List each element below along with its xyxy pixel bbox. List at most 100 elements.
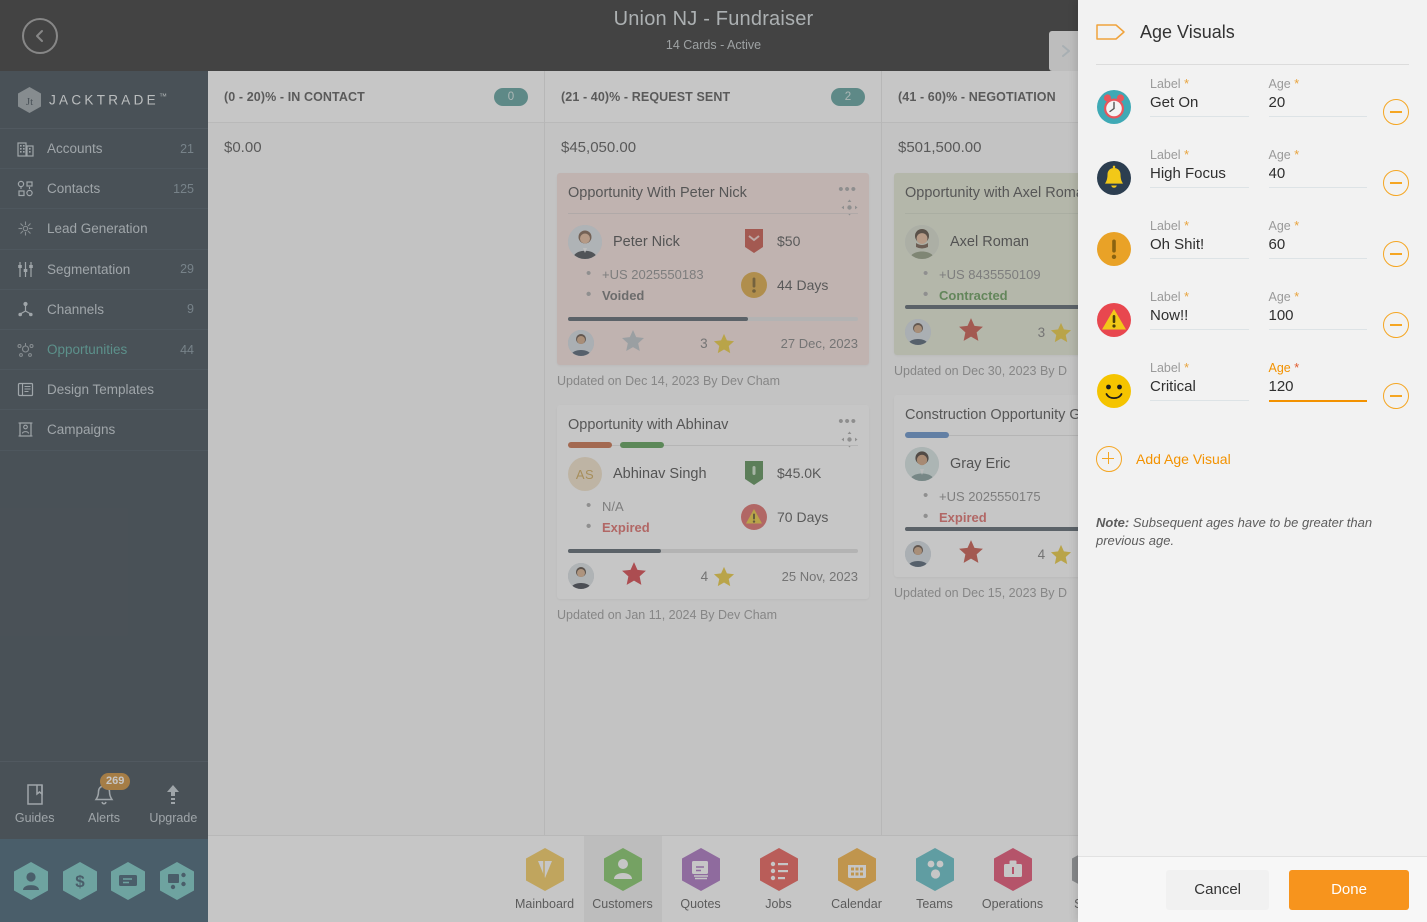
bottom-nav-label: Jobs	[765, 897, 792, 911]
warning-triangle-red-icon	[740, 503, 768, 531]
sidebar-item-accounts[interactable]: Accounts 21	[0, 129, 208, 170]
age-visual-label-input[interactable]	[1150, 233, 1249, 259]
card-drag-handle-icon[interactable]	[841, 199, 858, 221]
card-progress-bar	[568, 317, 858, 321]
add-age-visual-button[interactable]: Add Age Visual	[1096, 446, 1409, 472]
minus-circle-icon[interactable]	[1383, 170, 1409, 196]
alarm-clock-icon[interactable]	[1096, 89, 1132, 125]
required-mark: *	[1184, 148, 1189, 162]
bottom-nav-customers[interactable]: Customers	[583, 835, 662, 922]
sidebar-item-campaigns[interactable]: Campaigns	[0, 410, 208, 451]
required-mark: *	[1294, 148, 1300, 162]
campaigns-icon	[14, 420, 36, 440]
bottom-nav-quotes[interactable]: Quotes	[662, 836, 740, 922]
opportunity-card[interactable]: ••• Opportunity With Peter Nick Peter Ni…	[557, 173, 869, 365]
exclamation-circle-icon[interactable]	[1096, 231, 1132, 267]
age-visual-age-input[interactable]	[1268, 91, 1367, 117]
age-caption-text: Age	[1268, 290, 1291, 304]
sidebar-item-channels[interactable]: Channels 9	[0, 290, 208, 330]
age-visual-age-field: Age *	[1268, 361, 1367, 402]
card-days: 70 Days	[777, 509, 829, 525]
card-owner-avatar	[568, 330, 594, 356]
minus-circle-icon[interactable]	[1383, 241, 1409, 267]
star-yellow-icon	[713, 333, 734, 353]
alerts-button[interactable]: 269 Alerts	[72, 772, 136, 825]
card-updated-text: Updated on Jan 11, 2024 By Dev Cham	[557, 608, 778, 622]
star-yellow-icon	[714, 566, 735, 586]
card-menu-icon[interactable]: •••	[838, 181, 857, 198]
card-amount-row: $45.0K	[740, 459, 858, 487]
bottom-nav-label: Customers	[592, 897, 653, 911]
age-visual-age-input[interactable]	[1268, 162, 1367, 188]
card-person-name: Gray Eric	[950, 456, 1011, 472]
age-visual-label-input[interactable]	[1150, 162, 1249, 188]
age-visual-age-input[interactable]	[1268, 304, 1367, 330]
sidebar-item-label: Channels	[47, 301, 105, 317]
upgrade-button[interactable]: Upgrade	[141, 777, 205, 825]
sidebar-item-opportunities[interactable]: Opportunities 44	[0, 330, 208, 371]
column-title: (21 - 40)% - REQUEST SENT	[561, 89, 731, 104]
brand-name: JACKTRADE™	[49, 92, 167, 108]
card-rating-count: 4	[1037, 546, 1046, 562]
opportunity-card[interactable]: ••• Opportunity with Abhinav AS Abhinav …	[557, 405, 869, 599]
channels-icon	[14, 299, 36, 319]
minus-circle-icon[interactable]	[1383, 99, 1409, 125]
age-caption: Age *	[1269, 219, 1368, 233]
card-drag-handle-icon[interactable]	[841, 431, 858, 453]
card-metrics: $50 44 Days	[740, 225, 858, 315]
done-button[interactable]: Done	[1289, 869, 1409, 910]
brand-logo[interactable]: Jt JACKTRADE™	[0, 71, 208, 129]
card-status: Contracted	[923, 286, 1077, 303]
sidebar-item-count: 29	[180, 262, 194, 277]
card-priority-star[interactable]	[594, 561, 674, 591]
operations-icon	[993, 847, 1033, 892]
sidebar-item-contacts[interactable]: Contacts 125	[0, 169, 208, 210]
card-details: N/A Expired	[586, 497, 740, 535]
age-caption: Age *	[1269, 290, 1368, 304]
card-priority-star[interactable]	[931, 539, 1011, 569]
minus-circle-icon[interactable]	[1383, 312, 1409, 338]
sidebar-item-lead-generation[interactable]: Lead Generation	[0, 209, 208, 250]
smiley-icon[interactable]	[1096, 373, 1132, 409]
quick-payment-icon[interactable]	[110, 861, 146, 901]
bottom-nav-teams[interactable]: Teams	[896, 836, 974, 922]
card-title: Opportunity with Abhinav	[568, 417, 729, 433]
card-tag	[568, 442, 612, 448]
card-priority-star[interactable]	[594, 329, 673, 357]
segmentation-icon	[14, 259, 36, 279]
minus-circle-icon[interactable]	[1383, 383, 1409, 409]
age-visual-label-field: Label *	[1150, 148, 1249, 188]
bottom-nav-calendar[interactable]: Calendar	[818, 836, 896, 922]
age-visual-label-input[interactable]	[1150, 304, 1249, 330]
required-mark: *	[1184, 219, 1189, 233]
card-date: 27 Dec, 2023	[780, 335, 859, 351]
quick-person-icon[interactable]	[13, 861, 49, 901]
card-priority-star[interactable]	[931, 317, 1011, 347]
bottom-nav-mainboard[interactable]: Mainboard	[506, 836, 584, 922]
cancel-button[interactable]: Cancel	[1166, 869, 1269, 910]
age-visual-age-input[interactable]	[1268, 233, 1367, 259]
guides-button[interactable]: Guides	[3, 777, 67, 825]
bottom-nav-jobs[interactable]: Jobs	[740, 836, 818, 922]
label-caption: Label *	[1150, 290, 1249, 304]
label-caption-text: Label	[1150, 219, 1181, 233]
bell-icon[interactable]	[1096, 160, 1132, 196]
required-mark: *	[1294, 290, 1300, 304]
age-visual-label-input[interactable]	[1150, 375, 1249, 401]
card-amount-row: $50	[740, 227, 858, 255]
age-visual-row: Label * Age *	[1096, 77, 1409, 148]
contacts-icon	[14, 179, 36, 199]
warning-triangle-icon[interactable]	[1096, 302, 1132, 338]
age-visual-age-input[interactable]	[1268, 375, 1367, 402]
sidebar-item-segmentation[interactable]: Segmentation 29	[0, 250, 208, 290]
card-tags	[905, 432, 949, 438]
kanban-column: (21 - 40)% - REQUEST SENT 2 $45,050.00 •…	[545, 71, 882, 835]
age-visual-label-input[interactable]	[1150, 91, 1249, 117]
quick-dollar-icon[interactable]: $	[62, 861, 98, 901]
sidebar-item-design-templates[interactable]: Design Templates	[0, 370, 208, 411]
sidebar-item-label: Segmentation	[47, 261, 131, 277]
bottom-nav-operations[interactable]: Operations	[974, 836, 1052, 922]
quick-network-icon[interactable]	[159, 861, 195, 901]
card-menu-icon[interactable]: •••	[838, 413, 857, 430]
panel-body: Label * Age * Label * A	[1078, 65, 1427, 856]
